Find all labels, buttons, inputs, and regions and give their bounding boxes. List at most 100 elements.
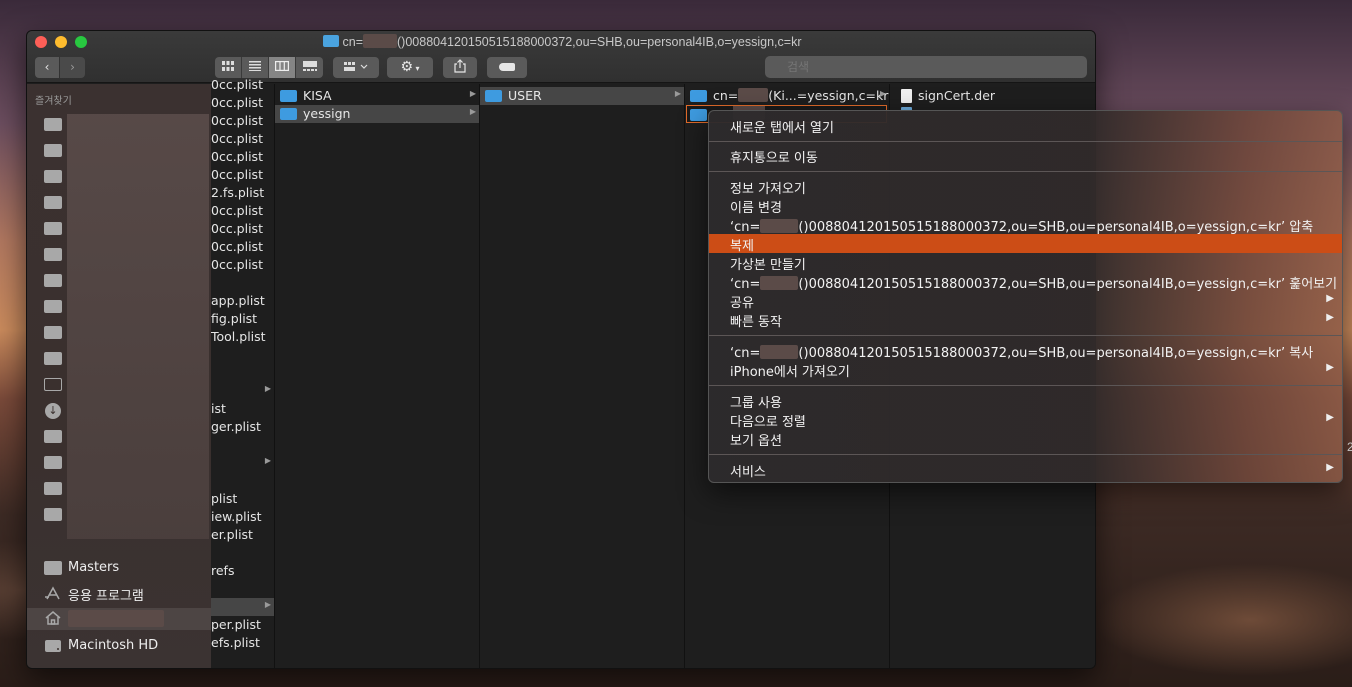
menu-item-get-info[interactable]: 정보 가져오기 <box>709 177 1342 197</box>
list-item[interactable]: 0cc.plist <box>211 148 274 166</box>
share-button[interactable] <box>443 57 477 78</box>
menu-item-open-new-tab[interactable]: 새로운 탭에서 열기 <box>709 116 1342 136</box>
list-item[interactable]: plist <box>211 490 274 508</box>
sidebar-item-home[interactable] <box>27 608 211 630</box>
download-icon[interactable]: ↓ <box>45 403 61 419</box>
menu-item-copy[interactable]: ‘cn= ()008804120150515188000372,ou=SHB,ou… <box>709 341 1342 361</box>
folder-row-kisa[interactable]: KISA ▶ <box>275 87 479 105</box>
columns-icon <box>275 61 290 72</box>
list-item[interactable]: per.plist <box>211 616 274 634</box>
back-button[interactable]: ‹ <box>35 57 59 78</box>
list-item[interactable]: iew.plist <box>211 508 274 526</box>
folder-icon[interactable] <box>44 326 62 339</box>
gallery-view-button[interactable] <box>296 57 323 78</box>
folder-icon[interactable] <box>44 222 62 235</box>
list-item[interactable]: efs.plist <box>211 634 274 652</box>
sidebar: 즐겨찾기 ↓ Masters 응용 프로그램 Macintosh HD <box>27 84 211 668</box>
tag-button[interactable] <box>487 57 527 78</box>
file-row-signcert[interactable]: signCert.der <box>890 87 1095 105</box>
menu-item-compress[interactable]: ‘cn= ()008804120150515188000372,ou=SHB,ou… <box>709 215 1342 235</box>
menu-item-rename[interactable]: 이름 변경 <box>709 196 1342 216</box>
arrange-button[interactable] <box>333 57 379 78</box>
redacted-block <box>760 345 799 359</box>
desktop-edge-text: 2 <box>1347 440 1352 454</box>
submenu-arrow-icon: ▶ <box>1326 312 1334 323</box>
redacted-block <box>760 276 799 290</box>
list-item[interactable]: 0cc.plist <box>211 220 274 238</box>
screen-icon[interactable] <box>44 378 62 391</box>
window-title: cn= ()008804120150515188000372,ou=SHB,ou=… <box>27 34 1095 49</box>
folder-icon <box>322 35 339 47</box>
file-icon <box>901 89 912 103</box>
list-item[interactable]: 0cc.plist <box>211 166 274 184</box>
share-icon <box>454 59 466 73</box>
folder-icon[interactable] <box>44 274 62 287</box>
folder-icon <box>690 109 707 121</box>
folder-icon <box>485 90 502 102</box>
list-view-button[interactable] <box>242 57 269 78</box>
folder-icon[interactable] <box>44 508 62 521</box>
list-item[interactable]: ▶ <box>211 382 274 400</box>
menu-item-quick-look[interactable]: ‘cn= ()008804120150515188000372,ou=SHB,ou… <box>709 272 1342 292</box>
menu-item-share[interactable]: 공유 ▶ <box>709 291 1342 311</box>
submenu-arrow-icon: ▶ <box>1326 412 1334 423</box>
list-item[interactable]: Tool.plist <box>211 328 274 346</box>
list-item[interactable]: app.plist <box>211 292 274 310</box>
column-view-button[interactable] <box>269 57 296 78</box>
folder-icon[interactable] <box>44 482 62 495</box>
list-item[interactable]: 0cc.plist <box>211 76 274 94</box>
column-2: KISA ▶ yessign ▶ <box>275 84 480 668</box>
folder-icon[interactable] <box>44 300 62 313</box>
folder-icon <box>280 90 297 102</box>
menu-item-use-groups[interactable]: 그룹 사용 <box>709 391 1342 411</box>
menu-separator <box>709 454 1342 455</box>
list-item[interactable]: er.plist <box>211 526 274 544</box>
forward-button[interactable]: › <box>60 57 85 78</box>
menu-item-view-options[interactable]: 보기 옵션 <box>709 429 1342 449</box>
list-item[interactable]: ger.plist <box>211 418 274 436</box>
view-mode-group <box>215 57 323 78</box>
folder-icon[interactable] <box>44 248 62 261</box>
sidebar-item-macintosh-hd[interactable]: Macintosh HD <box>27 636 211 658</box>
list-item[interactable]: 0cc.plist <box>211 130 274 148</box>
folder-icon[interactable] <box>44 430 62 443</box>
folder-row-cert-1[interactable]: cn= (Ki...=yessign,c=kr ▶ <box>685 87 889 105</box>
list-item[interactable]: 0cc.plist <box>211 94 274 112</box>
column-3: USER ▶ <box>480 84 685 668</box>
folder-icon[interactable] <box>44 118 62 131</box>
column-1: 0cc.plist 0cc.plist 0cc.plist 0cc.plist … <box>211 77 275 668</box>
folder-row-user[interactable]: USER ▶ <box>480 87 684 105</box>
menu-item-duplicate[interactable]: 복제 <box>709 234 1342 254</box>
menu-item-import-from-iphone[interactable]: iPhone에서 가져오기 ▶ <box>709 360 1342 380</box>
menu-item-services[interactable]: 서비스 ▶ <box>709 460 1342 480</box>
list-item[interactable]: fig.plist <box>211 310 274 328</box>
menu-item-make-alias[interactable]: 가상본 만들기 <box>709 253 1342 273</box>
list-item[interactable]: 0cc.plist <box>211 112 274 130</box>
list-item[interactable]: 0cc.plist <box>211 238 274 256</box>
sidebar-item-applications[interactable]: 응용 프로그램 <box>27 583 211 605</box>
folder-row-yessign[interactable]: yessign ▶ <box>275 105 479 123</box>
search-input[interactable] <box>765 56 1087 78</box>
action-button[interactable]: ⚙ ▾ <box>387 57 433 78</box>
list-item-selected[interactable]: ▶ <box>211 598 274 616</box>
list-item[interactable]: ▶ <box>211 454 274 472</box>
icon-view-button[interactable] <box>215 57 242 78</box>
menu-item-sort-by[interactable]: 다음으로 정렬 ▶ <box>709 410 1342 430</box>
menu-item-quick-actions[interactable]: 빠른 동작 ▶ <box>709 310 1342 330</box>
folder-icon[interactable] <box>44 170 62 183</box>
list-icon <box>249 61 261 71</box>
list-item[interactable]: ist <box>211 400 274 418</box>
list-item[interactable]: 0cc.plist <box>211 256 274 274</box>
list-item[interactable]: refs <box>211 562 274 580</box>
menu-separator <box>709 335 1342 336</box>
folder-icon[interactable] <box>44 196 62 209</box>
folder-icon[interactable] <box>44 456 62 469</box>
folder-icon[interactable] <box>44 144 62 157</box>
folder-icon[interactable] <box>44 352 62 365</box>
home-icon <box>44 611 62 625</box>
chevron-right-icon: ▶ <box>469 89 476 98</box>
menu-item-move-to-trash[interactable]: 휴지통으로 이동 <box>709 146 1342 166</box>
list-item[interactable]: 0cc.plist <box>211 202 274 220</box>
list-item[interactable]: 2.fs.plist <box>211 184 274 202</box>
sidebar-item-masters[interactable]: Masters <box>27 558 211 580</box>
